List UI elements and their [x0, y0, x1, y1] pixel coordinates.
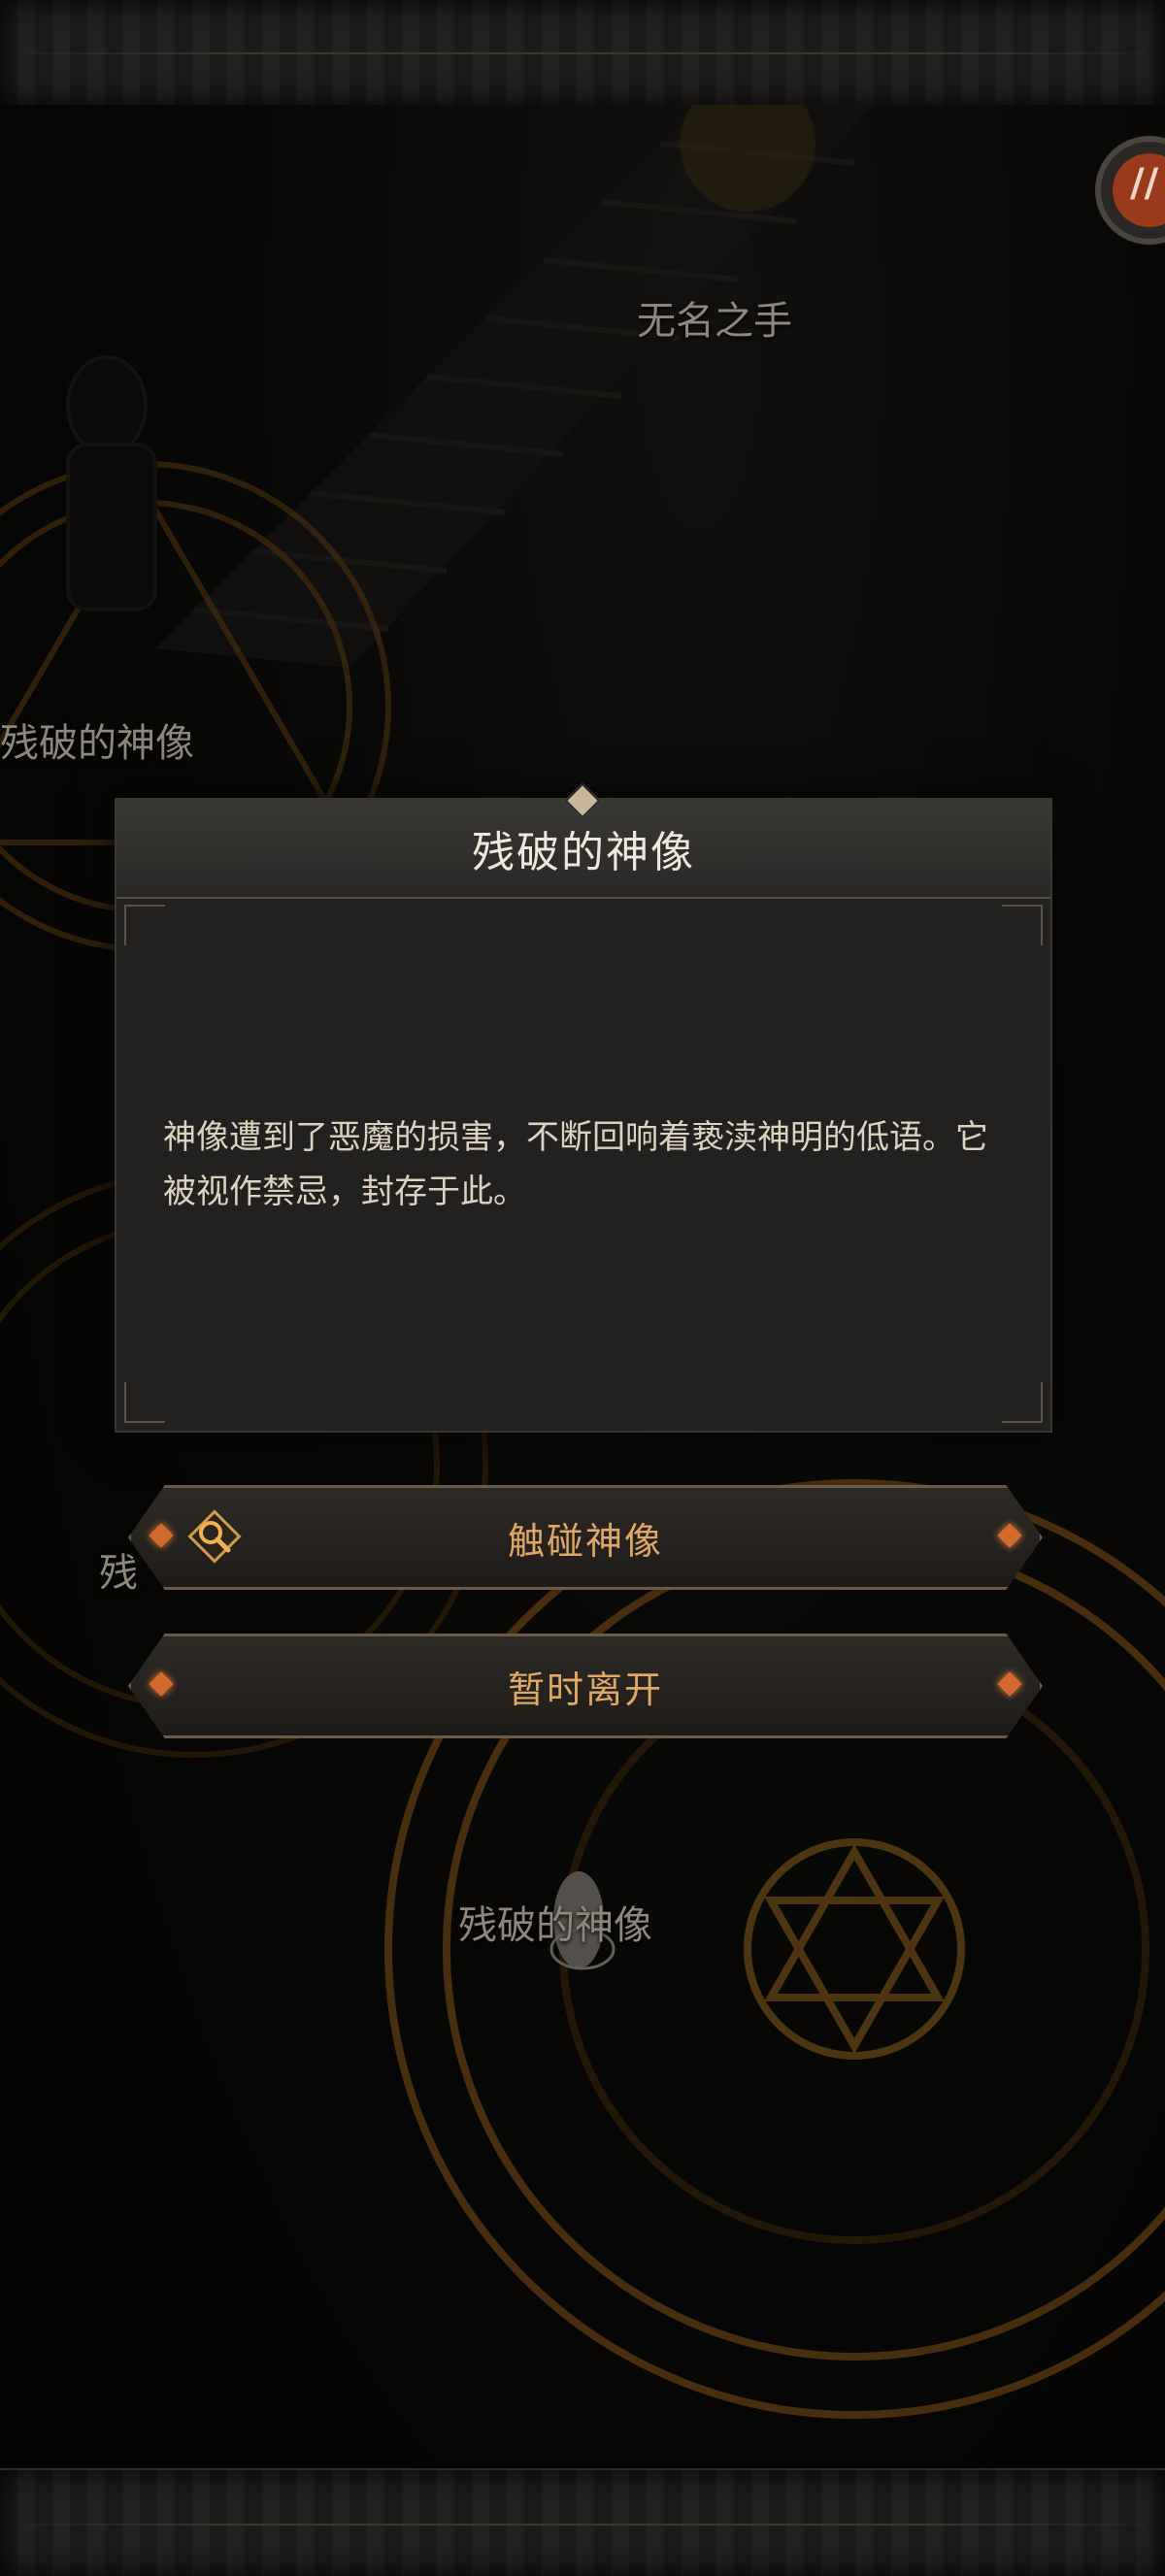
- diamond-ornament-icon: [997, 1671, 1022, 1697]
- location-label-broken-statue-partial[interactable]: 残: [99, 1541, 138, 1598]
- location-label-broken-statue-player[interactable]: 残破的神像: [458, 1894, 652, 1950]
- touch-statue-label: 触碰神像: [507, 1519, 663, 1563]
- diamond-ornament-icon: [997, 1523, 1022, 1548]
- corner-ornament: [124, 905, 165, 945]
- top-ornament-bar: [0, 0, 1165, 107]
- dialog-title: 残破的神像: [472, 828, 695, 877]
- dialog-description: 神像遭到了恶魔的损害，不断回响着亵渎神明的低语。它被视作禁忌，封存于此。: [163, 1118, 988, 1211]
- corner-ornament: [124, 1382, 165, 1423]
- leave-button[interactable]: 暂时离开: [128, 1634, 1043, 1738]
- location-label-broken-statue[interactable]: 残破的神像: [0, 711, 194, 768]
- event-dialog: 残破的神像 神像遭到了恶魔的损害，不断回响着亵渎神明的低语。它被视作禁忌，封存于…: [115, 782, 1052, 1433]
- leave-label: 暂时离开: [507, 1668, 663, 1711]
- corner-ornament: [1002, 1382, 1043, 1423]
- record-icon: [1113, 153, 1165, 227]
- diamond-ornament-icon: [149, 1523, 174, 1548]
- dialog-header: 残破的神像: [116, 782, 1050, 899]
- bottom-ornament-bar: [0, 2468, 1165, 2576]
- diamond-ornament-icon: [149, 1671, 174, 1697]
- corner-ornament: [1002, 905, 1043, 945]
- touch-statue-button[interactable]: 触碰神像: [128, 1485, 1043, 1590]
- search-icon: [187, 1509, 242, 1564]
- location-label-nameless-hand[interactable]: 无名之手: [637, 289, 792, 346]
